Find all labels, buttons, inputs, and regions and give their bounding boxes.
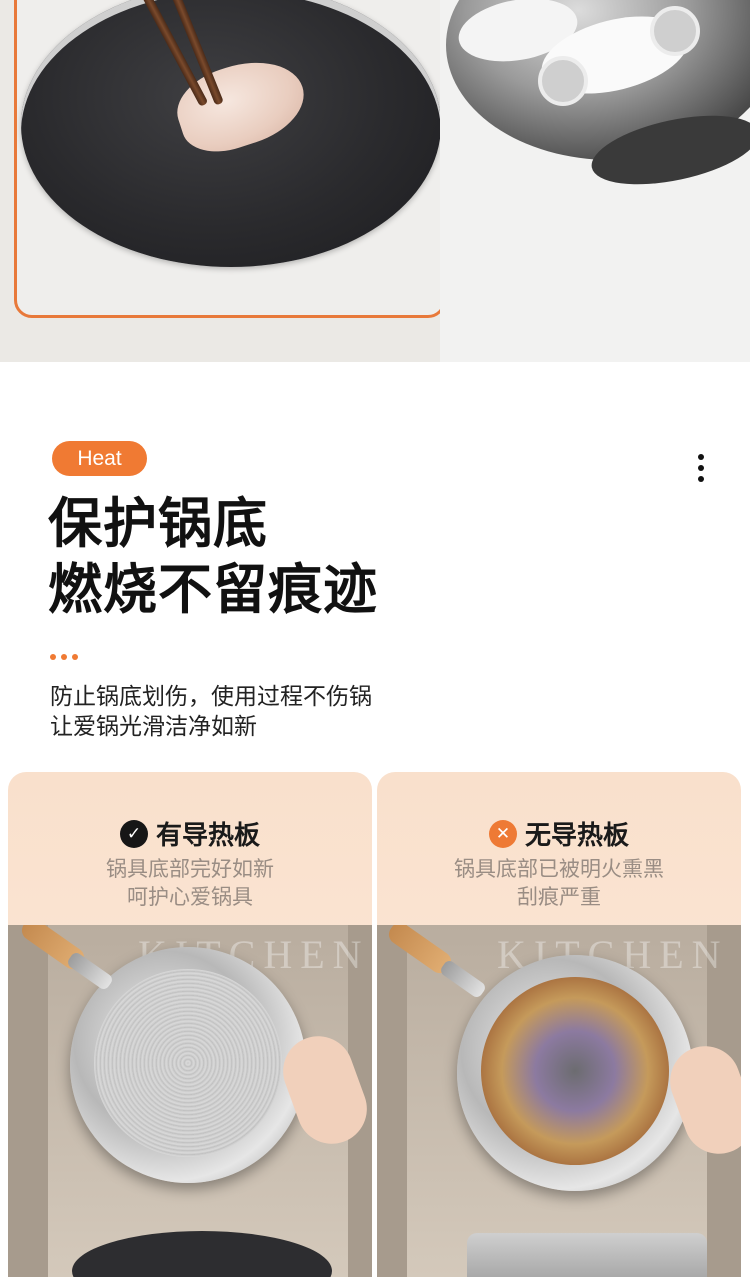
gas-burner xyxy=(467,1233,707,1277)
heat-tag: Heat xyxy=(52,441,147,476)
dish-photo xyxy=(440,0,750,362)
pan-bottom-burnt xyxy=(481,977,669,1165)
top-photo-section xyxy=(0,0,750,362)
card-subtitle: 刮痕严重 xyxy=(517,885,601,909)
headline-line2: 燃烧不留痕迹 xyxy=(48,558,378,621)
pan-burnt xyxy=(457,955,693,1191)
check-circle-icon: ✓ xyxy=(119,819,148,848)
headline-line1: 保护锅底 xyxy=(48,492,268,555)
highlight-frame xyxy=(14,0,440,318)
description-line1: 防止锅底划伤，使用过程不伤锅 xyxy=(50,684,372,710)
pan-bottom-clean xyxy=(94,969,282,1157)
lemon-slice xyxy=(650,6,700,56)
card-title: 有导热板 xyxy=(155,821,260,851)
description-line2: 让爱锅光滑洁净如新 xyxy=(50,714,257,740)
lemon-slice xyxy=(538,56,588,106)
more-icon[interactable] xyxy=(690,452,712,486)
x-circle-icon: ✕ xyxy=(488,819,517,848)
pan-bottom-photo-clean: KITCHEN xyxy=(8,925,372,1277)
decorative-dots xyxy=(50,654,82,662)
heat-plate-photo xyxy=(0,0,440,362)
card-subtitle: 呵护心爱锅具 xyxy=(127,885,253,909)
comparison-card-with-plate: ✓ 有导热板 锅具底部完好如新 呵护心爱锅具 KITCHEN xyxy=(8,772,372,1277)
card-subtitle: 锅具底部完好如新 xyxy=(106,857,274,881)
card-subtitle: 锅具底部已被明火熏黑 xyxy=(454,857,664,881)
comparison-card-without-plate: ✕ 无导热板 锅具底部已被明火熏黑 刮痕严重 KITCHEN xyxy=(377,772,741,1277)
card-title: 无导热板 xyxy=(524,821,629,851)
pan-bottom-photo-burnt: KITCHEN xyxy=(377,925,741,1277)
